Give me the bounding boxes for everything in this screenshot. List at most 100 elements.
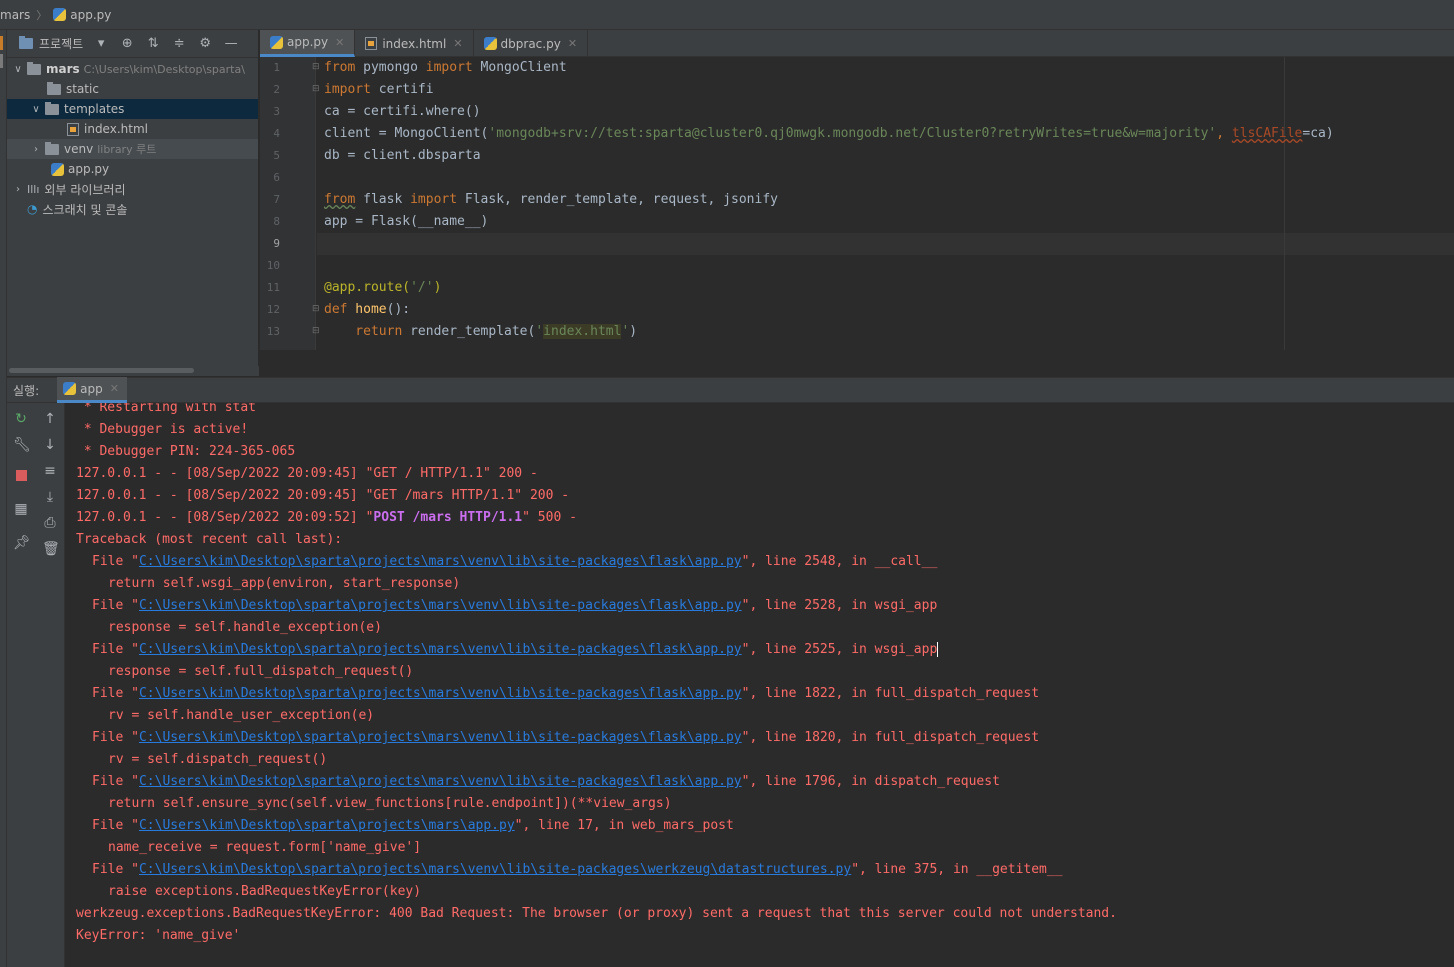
hide-panel-icon[interactable]: — <box>223 36 239 51</box>
traceback-code-line: return self.wsgi_app(environ, start_resp… <box>108 576 461 591</box>
project-panel: 프로젝트 ▾ ⊕ ⇅ ≑ ⚙ — ∨ mars C:\Users\kim\Des… <box>7 30 259 376</box>
code-line-2: import certifi <box>324 82 434 97</box>
file-link[interactable]: C:\Users\kim\Desktop\sparta\projects\mar… <box>139 774 742 789</box>
console-line: 127.0.0.1 - - [08/Sep/2022 20:09:52] "PO… <box>76 510 577 525</box>
fold-icon[interactable]: ⊟ <box>312 84 320 94</box>
fold-icon[interactable]: ⊟ <box>312 326 320 336</box>
line-number: 12 <box>266 303 280 316</box>
tree-item-app-py[interactable]: app.py <box>7 159 258 179</box>
traceback-code-line: raise exceptions.BadRequestKeyError(key) <box>108 884 422 899</box>
console-line: 127.0.0.1 - - [08/Sep/2022 20:09:45] "GE… <box>76 466 538 481</box>
folder-icon <box>47 81 61 95</box>
close-icon[interactable]: ✕ <box>568 37 577 50</box>
file-link[interactable]: C:\Users\kim\Desktop\sparta\projects\mar… <box>139 730 742 745</box>
tree-item-venv[interactable]: › venv library 루트 <box>7 139 258 159</box>
chevron-right-icon[interactable]: › <box>29 144 43 155</box>
close-icon[interactable]: ✕ <box>453 37 462 50</box>
fold-icon[interactable]: ⊟ <box>312 62 320 72</box>
tab-index-html[interactable]: index.html ✕ <box>355 30 474 57</box>
line-number: 2 <box>273 83 280 96</box>
gear-icon[interactable]: ⚙ <box>197 36 213 51</box>
breadcrumb: mars 〉 app.py <box>0 0 1454 30</box>
traceback-code-line: response = self.handle_exception(e) <box>108 620 382 635</box>
code-line-3: ca = certifi.where() <box>324 104 481 119</box>
tree-item-mars[interactable]: ∨ mars C:\Users\kim\Desktop\sparta\ <box>7 59 258 79</box>
traceback-code-line: return self.ensure_sync(self.view_functi… <box>108 796 672 811</box>
code-editor[interactable]: 1 2 3 4 5 6 7 8 9 10 11 12 13 ⊟ ⊟ ⊟ ⊟ fr… <box>260 57 1454 350</box>
tree-item-scratches[interactable]: ◔ 스크래치 및 콘솔 <box>7 199 258 219</box>
traceback-file-line: File "C:\Users\kim\Desktop\sparta\projec… <box>92 818 734 833</box>
project-tool-marker[interactable] <box>0 36 3 50</box>
file-link[interactable]: C:\Users\kim\Desktop\sparta\projects\mar… <box>139 686 742 701</box>
scrollbar-thumb[interactable] <box>9 368 194 373</box>
collapse-all-icon[interactable]: ≑ <box>171 36 187 51</box>
run-tab-app[interactable]: app ✕ <box>57 377 127 403</box>
project-toolbar: 프로젝트 ▾ ⊕ ⇅ ≑ ⚙ — <box>7 30 258 58</box>
breadcrumb-project[interactable]: mars <box>0 8 30 22</box>
project-horizontal-scrollbar[interactable] <box>7 366 259 376</box>
traceback-code-line: name_receive = request.form['name_give'] <box>108 840 422 855</box>
chevron-right-icon[interactable]: › <box>11 184 25 195</box>
file-link[interactable]: C:\Users\kim\Desktop\sparta\projects\mar… <box>139 818 515 833</box>
code-line-8: app = Flask(__name__) <box>324 214 489 229</box>
code-line-1: from pymongo import MongoClient <box>324 60 567 75</box>
soft-wrap-icon[interactable]: ≡ <box>42 463 58 479</box>
layout-icon[interactable]: ▦ <box>13 501 29 517</box>
close-icon[interactable]: ✕ <box>110 382 119 395</box>
stop-icon[interactable] <box>13 469 29 485</box>
tree-item-static[interactable]: static <box>7 79 258 99</box>
html-file-icon <box>365 37 378 50</box>
dropdown-icon[interactable]: ▾ <box>93 36 109 51</box>
rerun-icon[interactable]: ↻ <box>13 411 29 427</box>
chevron-down-icon[interactable]: ∨ <box>11 64 25 75</box>
traceback-file-line: File "C:\Users\kim\Desktop\sparta\projec… <box>92 598 938 613</box>
tab-app-py[interactable]: app.py ✕ <box>260 30 356 57</box>
file-link[interactable]: C:\Users\kim\Desktop\sparta\projects\mar… <box>139 862 851 877</box>
code-line-13: return render_template('index.html') <box>324 324 638 339</box>
tree-item-index-html[interactable]: index.html <box>7 119 258 139</box>
wrench-icon[interactable]: 🔧︎ <box>13 437 31 453</box>
expand-all-icon[interactable]: ⇅ <box>145 36 161 51</box>
traceback-code-line: response = self.full_dispatch_request() <box>108 664 414 679</box>
tab-dbprac-py[interactable]: dbprac.py ✕ <box>474 30 589 57</box>
tree-item-external-libraries[interactable]: › Illı 외부 라이브러리 <box>7 179 258 199</box>
line-number: 4 <box>273 127 280 140</box>
traceback-file-line: File "C:\Users\kim\Desktop\sparta\projec… <box>92 774 1000 789</box>
trash-icon[interactable]: 🗑︎ <box>42 541 60 557</box>
file-link[interactable]: C:\Users\kim\Desktop\sparta\projects\mar… <box>139 642 742 657</box>
line-number-gutter: 1 2 3 4 5 6 7 8 9 10 11 12 13 ⊟ ⊟ ⊟ ⊟ <box>260 57 320 350</box>
traceback-file-line: File "C:\Users\kim\Desktop\sparta\projec… <box>92 554 938 569</box>
arrow-down-icon[interactable]: ↓ <box>42 437 58 453</box>
pin-icon[interactable]: 📌︎ <box>13 535 31 551</box>
error-message-line: KeyError: 'name_give' <box>76 928 241 943</box>
file-link[interactable]: C:\Users\kim\Desktop\sparta\projects\mar… <box>139 554 742 569</box>
breadcrumb-file[interactable]: app.py <box>53 8 111 22</box>
scroll-to-end-icon[interactable]: ⤓ <box>42 489 58 505</box>
locate-icon[interactable]: ⊕ <box>119 36 135 51</box>
project-panel-title[interactable]: 프로젝트 <box>39 35 83 52</box>
right-margin-guide <box>1284 57 1285 350</box>
traceback-file-line: File "C:\Users\kim\Desktop\sparta\projec… <box>92 862 1063 877</box>
run-panel-label: 실행: <box>13 383 40 398</box>
close-icon[interactable]: ✕ <box>335 36 344 49</box>
html-file-icon <box>67 122 79 136</box>
python-file-icon <box>53 8 67 21</box>
code-line-7: from flask import Flask, render_template… <box>324 192 778 207</box>
tool-marker[interactable] <box>0 54 3 68</box>
print-icon[interactable]: ⎙ <box>42 515 58 531</box>
chevron-down-icon[interactable]: ∨ <box>29 104 43 115</box>
traceback-code-line: rv = self.handle_user_exception(e) <box>108 708 375 723</box>
traceback-file-line: File "C:\Users\kim\Desktop\sparta\projec… <box>92 730 1040 745</box>
run-console-output[interactable]: * Restarting with stat * Debugger is act… <box>65 403 1454 967</box>
arrow-up-icon[interactable]: ↑ <box>42 411 58 427</box>
line-number: 13 <box>266 325 280 338</box>
traceback-file-line: File "C:\Users\kim\Desktop\sparta\projec… <box>92 686 1040 701</box>
line-number: 8 <box>273 215 280 228</box>
fold-icon[interactable]: ⊟ <box>312 304 320 314</box>
tree-item-templates[interactable]: ∨ templates <box>7 99 258 119</box>
file-link[interactable]: C:\Users\kim\Desktop\sparta\projects\mar… <box>139 598 742 613</box>
line-number: 7 <box>273 193 280 206</box>
line-number: 6 <box>273 171 280 184</box>
python-run-icon <box>63 382 77 395</box>
line-number: 3 <box>273 105 280 118</box>
